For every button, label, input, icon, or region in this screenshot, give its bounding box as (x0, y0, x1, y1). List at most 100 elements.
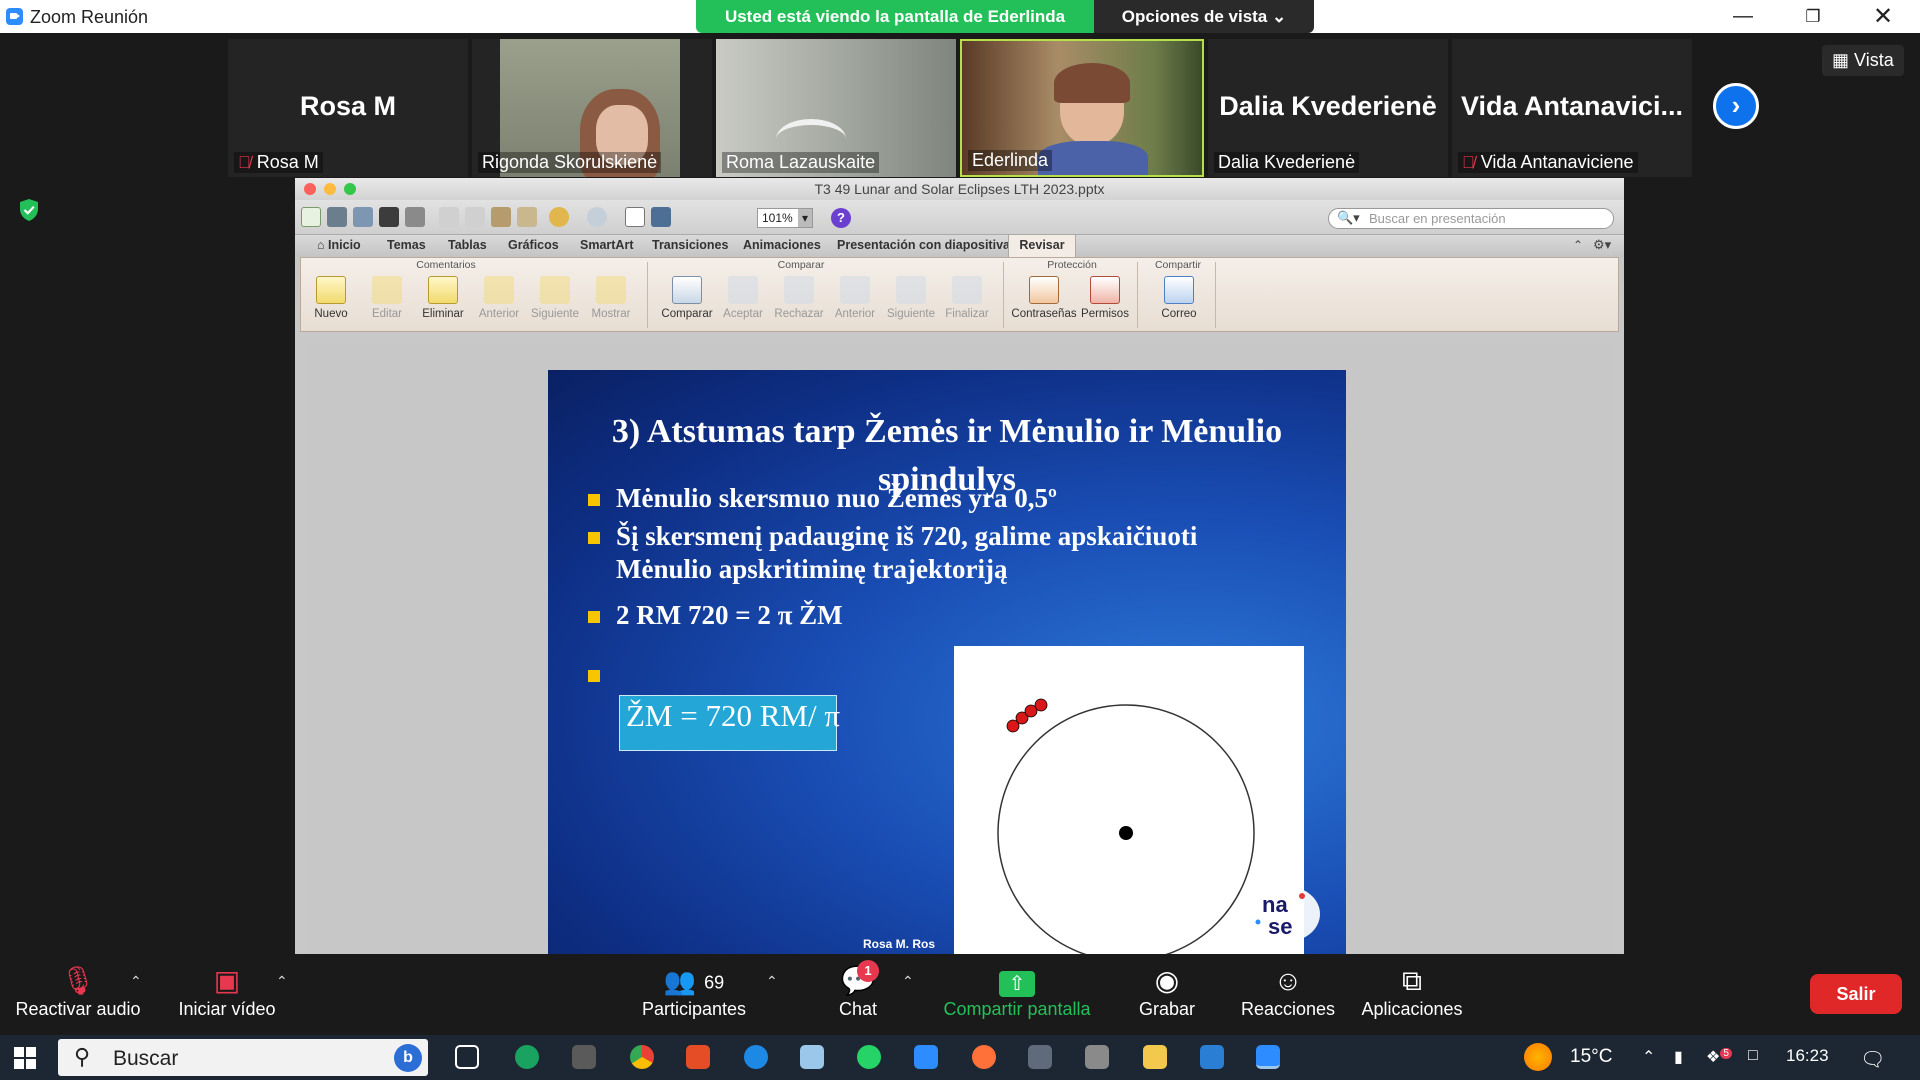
windows-start-icon[interactable] (14, 1047, 36, 1069)
save-icon[interactable] (379, 207, 399, 227)
view-button[interactable]: ▦ Vista (1822, 45, 1904, 76)
security-shield-icon[interactable] (18, 198, 40, 222)
svg-text:se: se (1268, 914, 1292, 939)
close-icon[interactable]: ✕ (1860, 0, 1906, 33)
minimize-icon[interactable]: — (1720, 0, 1766, 33)
search-input[interactable]: Buscar en presentación (1328, 208, 1614, 229)
tab-animaciones[interactable]: Animaciones (743, 238, 821, 252)
tab-tablas[interactable]: Tablas (448, 238, 487, 252)
help-icon[interactable]: ? (831, 208, 851, 228)
next-comment-button[interactable]: Siguiente (527, 276, 583, 320)
tab-graficos[interactable]: Gráficos (508, 238, 559, 252)
taskbar-search[interactable]: ⚲ Buscar b (58, 1039, 428, 1076)
battery-icon[interactable]: ▮ (1674, 1047, 1683, 1067)
print-icon[interactable] (405, 207, 425, 227)
app-icon-orange[interactable] (686, 1045, 710, 1069)
next-page-arrow-icon[interactable]: › (1713, 83, 1759, 129)
new-comment-button[interactable]: Nuevo (303, 276, 359, 320)
app-icon-gray[interactable] (572, 1045, 596, 1069)
zoom-level-field[interactable]: 101% ▾ (757, 208, 813, 228)
participant-tile-roma[interactable]: Roma Lazauskaite (716, 39, 956, 177)
record-button[interactable]: ◉ Grabar (1132, 963, 1202, 1020)
participants-button[interactable]: 👥 69 Participantes (636, 963, 752, 1020)
file-explorer-icon[interactable] (1143, 1045, 1167, 1069)
chat-chevron-icon[interactable]: ⌃ (902, 973, 914, 990)
chevron-up-icon[interactable]: ⌃ (1642, 1047, 1655, 1067)
new-icon[interactable] (301, 207, 321, 227)
share-screen-button[interactable]: ⇧ Compartir pantalla (934, 963, 1100, 1020)
permissions-button[interactable]: Permisos (1077, 276, 1133, 320)
participant-label: Dalia Kvederienė (1214, 152, 1360, 173)
chrome-icon[interactable] (630, 1045, 654, 1069)
finish-button[interactable]: Finalizar (939, 276, 995, 320)
passwords-button[interactable]: Contraseñas (1011, 276, 1077, 320)
participant-tile-dalia[interactable]: Dalia Kvederienė Dalia Kvederienė (1208, 39, 1448, 177)
standard-toolbar: 101% ▾ ? Buscar en presentación 🔍▾ (295, 200, 1624, 234)
cut-icon[interactable] (439, 207, 459, 227)
network-icon[interactable]: □ (1748, 1047, 1758, 1065)
tab-inicio[interactable]: ⌂ Inicio (317, 238, 361, 252)
task-view-icon[interactable] (455, 1045, 479, 1069)
bing-icon[interactable]: b (394, 1044, 422, 1072)
participants-chevron-icon[interactable]: ⌃ (766, 973, 778, 990)
apps-button[interactable]: ⧉ Aplicaciones (1356, 963, 1468, 1020)
paste-icon[interactable] (491, 207, 511, 227)
firefox-icon[interactable] (972, 1045, 996, 1069)
previous-change-button[interactable]: Anterior (827, 276, 883, 320)
open-icon[interactable] (353, 207, 373, 227)
slide-icon[interactable] (625, 207, 645, 227)
undo-icon[interactable] (549, 207, 569, 227)
email-button[interactable]: Correo (1151, 276, 1207, 320)
tab-presentacion[interactable]: Presentación con diapositivas (837, 238, 1017, 252)
share-screen-icon: ⇧ (934, 963, 1100, 999)
group-comparar: Comparar (777, 259, 825, 271)
outlook-icon[interactable] (1200, 1045, 1224, 1069)
reactions-button[interactable]: ☺ Reacciones (1238, 963, 1338, 1020)
app-icon-slate[interactable] (1028, 1045, 1052, 1069)
redo-icon[interactable] (587, 207, 607, 227)
format-painter-icon[interactable] (517, 207, 537, 227)
start-video-button[interactable]: ▣ Iniciar vídeo (170, 963, 284, 1020)
edge-icon[interactable] (744, 1045, 768, 1069)
accept-button[interactable]: Aceptar (715, 276, 771, 320)
tab-temas[interactable]: Temas (387, 238, 426, 252)
participant-tile-vida[interactable]: Vida Antanavici... 🎙̸ Vida Antanaviciene (1452, 39, 1692, 177)
gear-icon[interactable]: ⚙▾ (1593, 237, 1611, 253)
audio-options-chevron-icon[interactable]: ⌃ (130, 973, 142, 990)
restore-icon[interactable]: ❐ (1790, 0, 1836, 33)
app-icon-green[interactable] (515, 1045, 539, 1069)
participant-tile-rigonda[interactable]: Rigonda Skorulskienė (472, 39, 712, 177)
tab-smartart[interactable]: SmartArt (580, 238, 634, 252)
gallery-icon[interactable] (327, 207, 347, 227)
collapse-ribbon-icon[interactable]: ⌃ (1573, 238, 1583, 252)
dropbox-icon[interactable]: ❖ 5 (1706, 1047, 1732, 1067)
copy-icon[interactable] (465, 207, 485, 227)
previous-comment-button[interactable]: Anterior (471, 276, 527, 320)
chat-button[interactable]: 💬 1 Chat (830, 960, 886, 1020)
document-title: T3 49 Lunar and Solar Eclipses LTH 2023.… (814, 181, 1105, 197)
slide[interactable]: 3) Atstumas tarp Žemės ir Mėnulio ir Mėn… (548, 370, 1346, 954)
compare-button[interactable]: Comparar (659, 276, 715, 320)
teamviewer-icon[interactable] (914, 1045, 938, 1069)
app-icon-lightblue[interactable] (800, 1045, 824, 1069)
reject-button[interactable]: Rechazar (771, 276, 827, 320)
view-options-button[interactable]: Opciones de vista ⌄ (1094, 0, 1314, 33)
tab-transiciones[interactable]: Transiciones (652, 238, 728, 252)
tab-revisar[interactable]: Revisar (1008, 235, 1076, 258)
next-change-button[interactable]: Siguiente (883, 276, 939, 320)
show-comments-button[interactable]: Mostrar (583, 276, 639, 320)
video-options-chevron-icon[interactable]: ⌃ (276, 973, 288, 990)
participant-tile-rosa[interactable]: Rosa M 🎙̸ Rosa M (228, 39, 468, 177)
notifications-icon[interactable]: 🗨 (1860, 1047, 1885, 1072)
delete-comment-button[interactable]: Eliminar (415, 276, 471, 320)
slideshow-icon[interactable] (651, 207, 671, 227)
app-icon-gray-2[interactable] (1085, 1045, 1109, 1069)
zoom-taskbar-icon[interactable] (1256, 1045, 1280, 1069)
unmute-button[interactable]: 🎙 Reactivar audio (14, 963, 142, 1020)
app-title: Zoom Reunión (30, 7, 149, 27)
leave-button[interactable]: Salir (1810, 974, 1902, 1014)
whatsapp-icon[interactable] (857, 1045, 881, 1069)
edit-comment-button[interactable]: Editar (359, 276, 415, 320)
participant-tile-ederlinda[interactable]: Ederlinda (960, 39, 1204, 177)
weather-sun-icon[interactable] (1524, 1043, 1552, 1071)
